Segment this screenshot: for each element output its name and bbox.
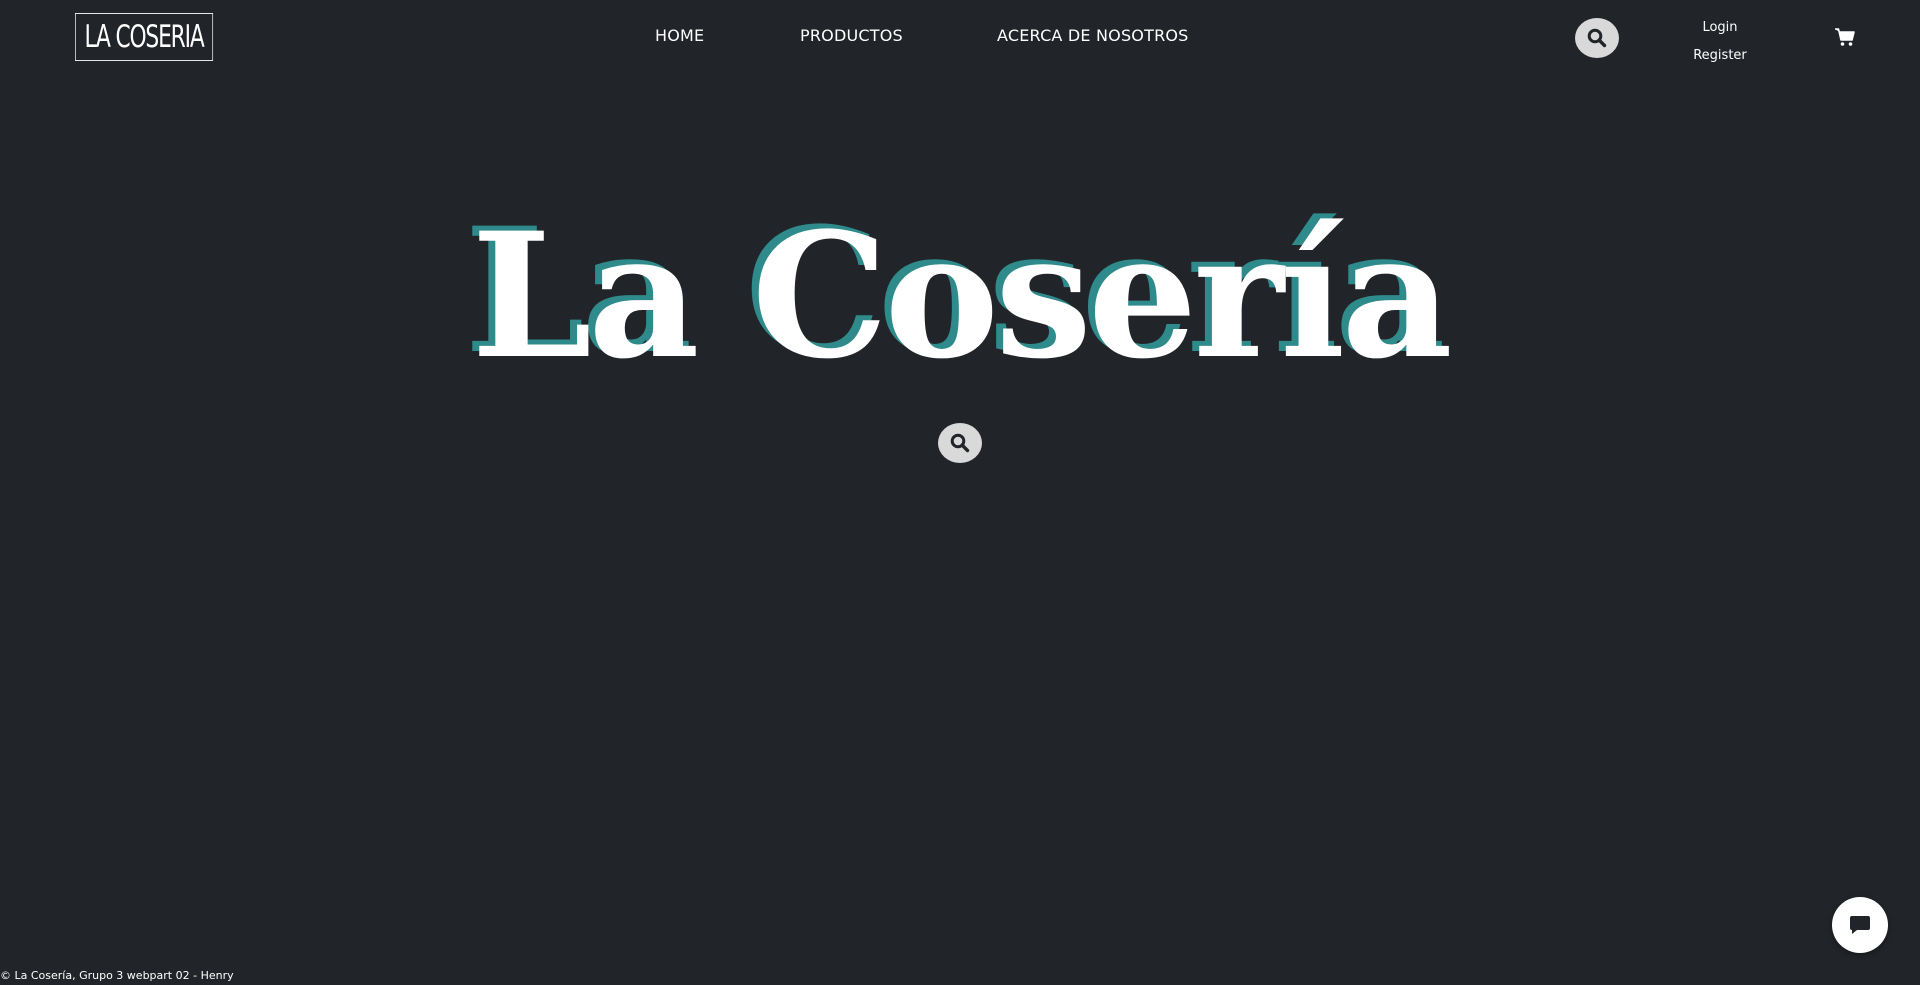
hero-title: La Cosería [471, 194, 1453, 397]
shopping-cart-icon [1835, 28, 1855, 46]
site-header: LA COSERIA HOME PRODUCTOS ACERCA DE NOSO… [0, 0, 1920, 75]
nav-link-acerca-de-nosotros[interactable]: ACERCA DE NOSOTROS [997, 26, 1189, 45]
register-link[interactable]: Register [1660, 42, 1780, 70]
search-icon [1587, 28, 1607, 48]
chat-button[interactable] [1832, 897, 1888, 953]
search-icon [950, 433, 970, 453]
logo[interactable]: LA COSERIA [75, 13, 214, 61]
hero-search-button[interactable] [938, 423, 982, 463]
nav-link-home[interactable]: HOME [655, 26, 704, 45]
nav-link-productos[interactable]: PRODUCTOS [800, 26, 903, 45]
cart-button[interactable] [1834, 26, 1856, 48]
login-link[interactable]: Login [1660, 14, 1780, 42]
auth-links: Login Register [1660, 14, 1780, 70]
chat-bubble-icon [1850, 916, 1870, 934]
footer-copyright: © La Cosería, Grupo 3 webpart 02 - Henry [0, 969, 234, 982]
page: LA COSERIA HOME PRODUCTOS ACERCA DE NOSO… [0, 0, 1920, 985]
header-search-button[interactable] [1575, 18, 1619, 58]
